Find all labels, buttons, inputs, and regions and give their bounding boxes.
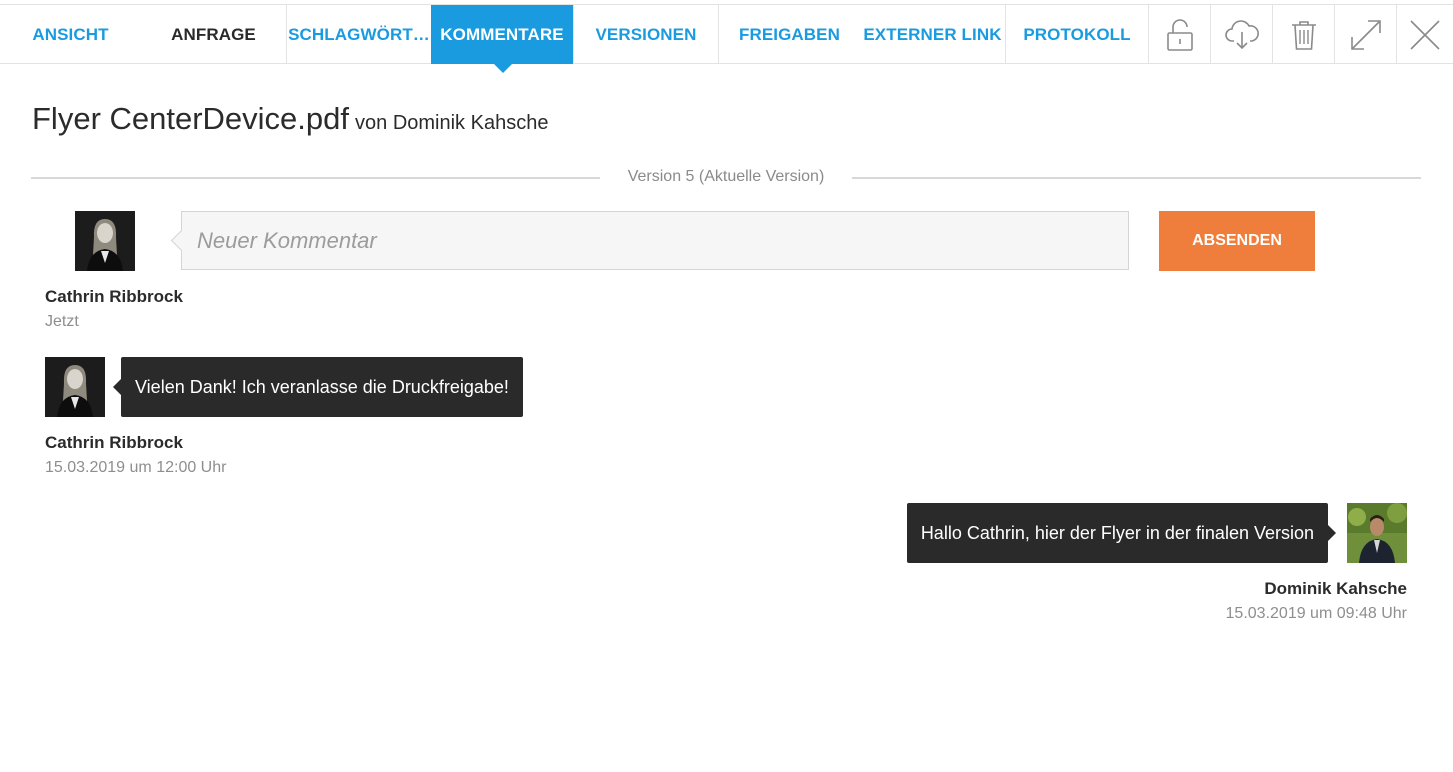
document-author: von Dominik Kahsche <box>355 112 549 134</box>
comment-timestamp: 15.03.2019 um 09:48 Uhr <box>1225 605 1407 622</box>
tab-protokoll[interactable]: PROTOKOLL <box>1005 5 1148 64</box>
version-divider-right <box>849 177 1421 179</box>
delete-button[interactable] <box>1272 5 1334 64</box>
new-comment-box <box>181 211 1129 270</box>
tab-versionen[interactable]: VERSIONEN <box>573 5 718 64</box>
unlock-icon <box>1166 18 1193 51</box>
current-user-time: Jetzt <box>45 313 79 330</box>
current-user-name: Cathrin Ribbrock <box>45 287 183 306</box>
tab-anfrage[interactable]: ANFRAGE <box>141 5 286 64</box>
version-label: Version 5 (Aktuelle Version) <box>600 168 852 186</box>
document-title: Flyer CenterDevice.pdf von Dominik Kahsch… <box>32 101 548 137</box>
expand-button[interactable] <box>1334 5 1396 64</box>
unlock-button[interactable] <box>1148 5 1210 64</box>
tab-bar: ANSICHT ANFRAGE SCHLAGWÖRT… KOMMENTARE V… <box>0 4 1453 64</box>
document-filename: Flyer CenterDevice.pdf <box>32 101 350 136</box>
close-icon <box>1410 19 1440 50</box>
comment-author-name: Dominik Kahsche <box>1264 579 1407 598</box>
comment-timestamp: 15.03.2019 um 12:00 Uhr <box>45 459 227 476</box>
user-avatar-icon <box>45 357 105 417</box>
avatar-comment-author <box>1347 503 1407 563</box>
expand-icon <box>1350 19 1381 50</box>
tab-schlagwoerter[interactable]: SCHLAGWÖRT… <box>286 5 431 64</box>
user-avatar-icon <box>75 211 135 271</box>
tab-externer-link[interactable]: EXTERNER LINK <box>860 5 1005 64</box>
version-divider-left <box>31 177 603 179</box>
tab-freigaben[interactable]: FREIGABEN <box>718 5 860 64</box>
avatar-current-user <box>75 211 135 271</box>
close-button[interactable] <box>1396 5 1453 64</box>
new-comment-input[interactable] <box>182 212 1128 269</box>
comment-bubble: Vielen Dank! Ich veranlasse die Druckfre… <box>113 357 523 417</box>
submit-comment-button[interactable]: ABSENDEN <box>1159 211 1315 271</box>
trash-icon <box>1291 20 1316 50</box>
comment-author-name: Cathrin Ribbrock <box>45 433 183 452</box>
user-avatar-icon <box>1347 503 1407 563</box>
cloud-download-icon <box>1224 19 1259 49</box>
tab-ansicht[interactable]: ANSICHT <box>0 5 141 64</box>
comment-bubble: Hallo Cathrin, hier der Flyer in der fin… <box>906 503 1337 563</box>
tab-kommentare[interactable]: KOMMENTARE <box>431 5 573 64</box>
download-button[interactable] <box>1210 5 1272 64</box>
active-tab-indicator <box>493 63 513 73</box>
avatar-comment-author <box>45 357 105 417</box>
